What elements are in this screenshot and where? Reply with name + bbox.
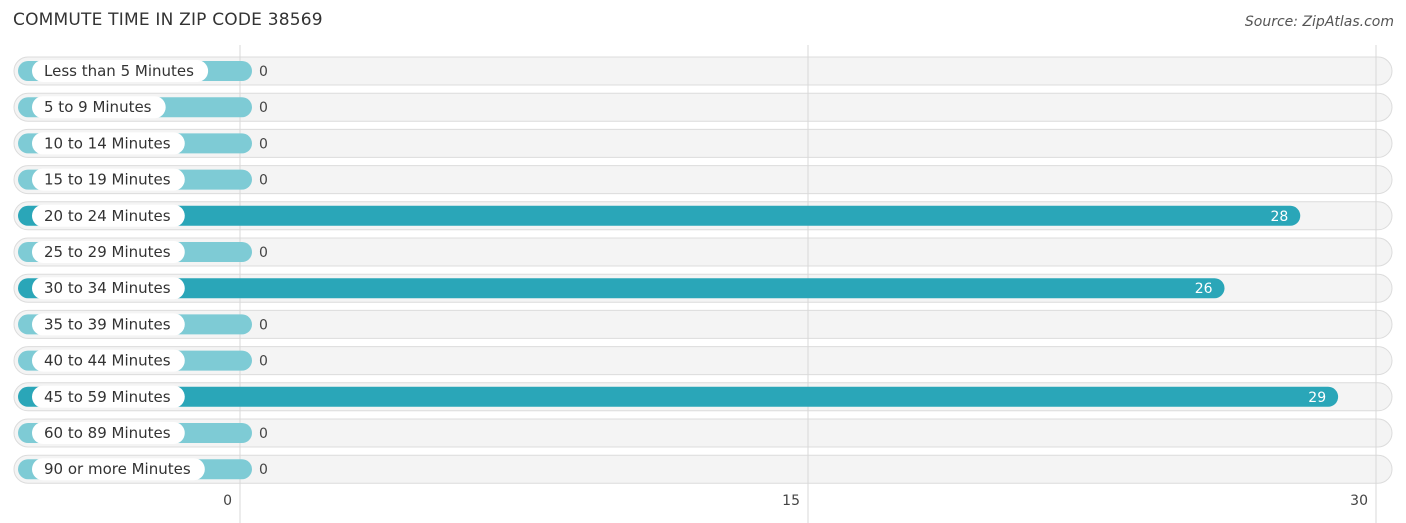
value-label: 0 <box>259 100 268 116</box>
value-label: 26 <box>1195 281 1213 297</box>
category-label: 10 to 14 Minutes <box>44 134 171 152</box>
x-tick-label: 30 <box>1350 493 1368 509</box>
value-label: 0 <box>259 426 268 442</box>
bar-chart: Less than 5 Minutes 0 5 to 9 Minutes 0 10 to… <box>13 45 1393 523</box>
category-label: 90 or more Minutes <box>44 460 191 478</box>
category-label: 45 to 59 Minutes <box>44 388 171 406</box>
category-label: 40 to 44 Minutes <box>44 352 171 370</box>
category-label: 15 to 19 Minutes <box>44 171 171 189</box>
bar[interactable] <box>18 386 1339 407</box>
value-label: 0 <box>259 136 268 152</box>
value-label: 0 <box>259 64 268 80</box>
x-tick-label: 15 <box>782 493 800 509</box>
category-label: 35 to 39 Minutes <box>44 315 171 333</box>
category-label: 5 to 9 Minutes <box>44 98 152 116</box>
bar[interactable] <box>18 205 1301 226</box>
value-label: 0 <box>259 173 268 189</box>
category-label: 60 to 89 Minutes <box>44 424 171 442</box>
category-label: 20 to 24 Minutes <box>44 207 171 225</box>
value-label: 29 <box>1308 390 1326 406</box>
category-label: 25 to 29 Minutes <box>44 243 171 261</box>
x-tick-label: 0 <box>223 493 232 509</box>
category-label: Less than 5 Minutes <box>44 62 194 80</box>
bar[interactable] <box>18 278 1225 299</box>
value-label: 0 <box>259 354 268 370</box>
value-label: 0 <box>259 245 268 261</box>
value-label: 0 <box>259 462 268 478</box>
value-label: 28 <box>1270 209 1288 225</box>
category-label: 30 to 34 Minutes <box>44 279 171 297</box>
value-label: 0 <box>259 317 268 333</box>
